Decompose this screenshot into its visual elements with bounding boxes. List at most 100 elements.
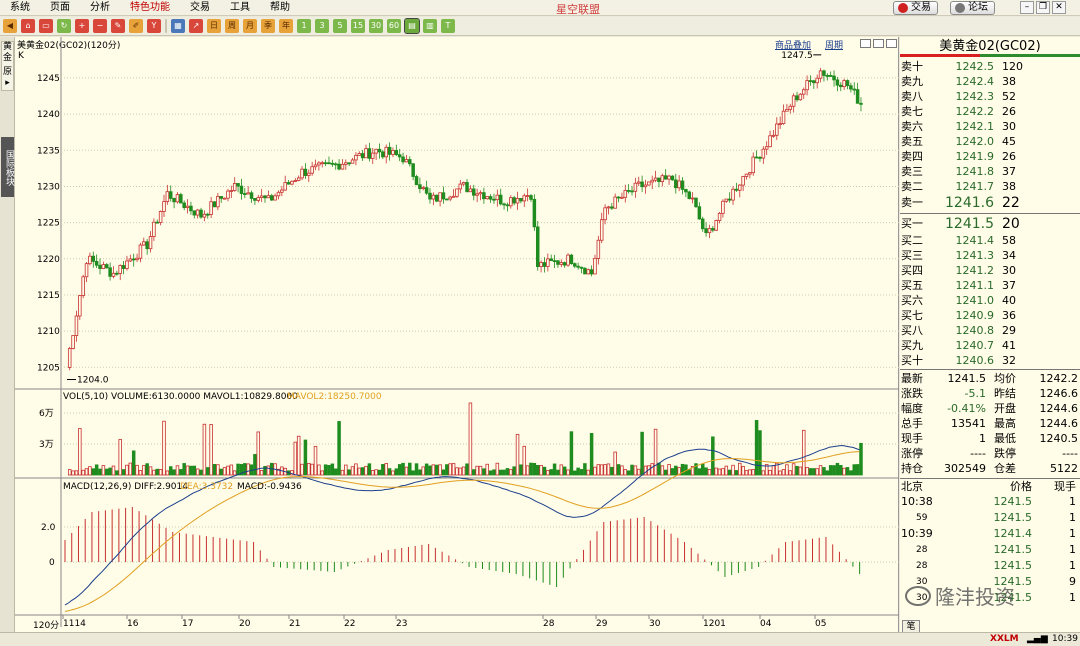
ask-row[interactable]: 卖九 1242.4 38 [900, 74, 1080, 89]
bid-row[interactable]: 买六 1241.0 40 [900, 293, 1080, 308]
period-3min-button[interactable]: 3 [315, 19, 329, 33]
restore-button[interactable]: ❐ [1036, 1, 1050, 14]
zoom-out-icon[interactable]: − [93, 19, 107, 33]
stat-label: 涨跌 [901, 387, 923, 400]
settings-icon[interactable]: T [441, 19, 455, 33]
ask-row[interactable]: 卖七 1242.2 26 [900, 104, 1080, 119]
candle-body [697, 206, 702, 220]
menu-system[interactable]: 系统 [0, 0, 40, 16]
period-30min-button[interactable]: 30 [369, 19, 383, 33]
volume-bar [552, 463, 557, 476]
price-tick-label: 1225 [37, 219, 60, 229]
candle-body [360, 153, 365, 159]
home-icon[interactable]: ⌂ [21, 19, 35, 33]
bid-volume: 58 [1002, 234, 1016, 247]
bid-row[interactable]: 买四 1241.2 30 [900, 263, 1080, 278]
bid-row[interactable]: 买三 1241.3 34 [900, 248, 1080, 263]
intl-sector-tab[interactable]: 国际板块 [1, 137, 14, 197]
volume-bar [125, 464, 129, 476]
volume-tick-label: 6万 [39, 409, 54, 419]
candle-body [209, 201, 213, 215]
table-icon[interactable]: ▦ [171, 19, 185, 33]
volume-bar [835, 462, 840, 476]
forum-button[interactable]: 论坛 [950, 1, 995, 15]
ask-volume: 30 [1002, 120, 1016, 133]
stat-label: 涨停 [901, 447, 923, 460]
bid-row[interactable]: 买八 1240.8 29 [900, 323, 1080, 338]
period-custom-button[interactable]: ▤ [404, 18, 420, 34]
volume-bar [700, 463, 705, 476]
period-day-button[interactable]: 日 [207, 19, 221, 33]
period-season-button[interactable]: 季 [261, 19, 275, 33]
ask-row[interactable]: 卖四 1241.9 26 [900, 149, 1080, 164]
menu-trade[interactable]: 交易 [180, 0, 220, 16]
chart-area[interactable]: 美黄金02(GC02)(120分) 商品叠加 周期 1245 1240 1235 12… [15, 37, 899, 636]
refresh-icon[interactable]: ↻ [57, 19, 71, 33]
tick-price: 1241.4 [993, 527, 1033, 540]
x-tick-label: 30 [649, 619, 661, 629]
period-extra-button[interactable]: ▥ [423, 19, 437, 33]
candle-body [411, 163, 415, 177]
period-year-button[interactable]: 年 [279, 19, 293, 33]
bid-row[interactable]: 买一 1241.5 20 [900, 215, 1080, 233]
volume-bar [566, 469, 570, 476]
menu-help[interactable]: 帮助 [260, 0, 300, 16]
candle-body [711, 228, 715, 231]
volume-bar [660, 465, 665, 476]
stats-row: 涨停 ---- 跌停 ---- [900, 446, 1080, 461]
minimize-button[interactable]: – [1020, 1, 1034, 14]
ask-row[interactable]: 卖十 1242.5 120 [900, 59, 1080, 74]
chart-icon[interactable]: ↗ [189, 19, 203, 33]
ask-row[interactable]: 卖三 1241.8 37 [900, 164, 1080, 179]
candle-body [98, 264, 102, 269]
price-tick-label: 1205 [37, 363, 60, 373]
macd-tick-label: 2.0 [41, 523, 56, 533]
volume-bar [458, 467, 463, 476]
period-15min-button[interactable]: 15 [351, 19, 365, 33]
close-button[interactable]: ✕ [1052, 1, 1066, 14]
brush-icon[interactable]: ✐ [129, 19, 143, 33]
ask-row[interactable]: 卖八 1242.3 52 [900, 89, 1080, 104]
volume-bar [616, 464, 621, 476]
ask-row[interactable]: 卖一 1241.6 22 [900, 194, 1080, 212]
volume-bar [74, 470, 79, 476]
menu-analysis[interactable]: 分析 [80, 0, 120, 16]
candle-body [472, 188, 476, 196]
volume-bar [727, 469, 732, 476]
period-week-button[interactable]: 周 [225, 19, 239, 33]
volume-bar [478, 465, 483, 476]
bid-row[interactable]: 买七 1240.9 36 [900, 308, 1080, 323]
menu-features[interactable]: 特色功能 [120, 0, 180, 16]
back-icon[interactable]: ◀ [3, 19, 17, 33]
menu-page[interactable]: 页面 [40, 0, 80, 16]
volume-bar [623, 469, 628, 476]
candle-body [445, 198, 449, 201]
bid-row[interactable]: 买五 1241.1 37 [900, 278, 1080, 293]
period-60min-button[interactable]: 60 [387, 19, 401, 33]
volume-bar [815, 468, 819, 476]
trade-button[interactable]: 交易 [893, 1, 938, 15]
bid-row[interactable]: 买十 1240.6 32 [900, 353, 1080, 368]
candle-body [573, 263, 577, 267]
gold-tab[interactable]: 黄金 原 ▸ [1, 41, 14, 91]
ask-row[interactable]: 卖五 1242.0 45 [900, 134, 1080, 149]
period-5min-button[interactable]: 5 [333, 19, 347, 33]
candle-body [859, 102, 863, 105]
volume-bar [509, 469, 513, 476]
mavol2-label: MAVOL2:18250.7000 [287, 392, 382, 402]
zoom-in-icon[interactable]: + [75, 19, 89, 33]
period-month-button[interactable]: 月 [243, 19, 257, 33]
period-1min-button[interactable]: 1 [297, 19, 311, 33]
ask-row[interactable]: 卖二 1241.7 38 [900, 179, 1080, 194]
cup-icon[interactable]: Y [147, 19, 161, 33]
candlestick-chart[interactable]: 1245 1240 1235 1230 1225 1220 1215 1210 1205 1247… [15, 37, 899, 636]
ask-row[interactable]: 卖六 1242.1 30 [900, 119, 1080, 134]
bid-row[interactable]: 买二 1241.4 58 [900, 233, 1080, 248]
menu-tools[interactable]: 工具 [220, 0, 260, 16]
price-tick-label: 1215 [37, 291, 60, 301]
bid-row[interactable]: 买九 1240.7 41 [900, 338, 1080, 353]
window-icon[interactable]: ▭ [39, 19, 53, 33]
tick-time: 10:39 [901, 527, 933, 540]
low-price-label: 1204.0 [77, 376, 109, 386]
pen-icon[interactable]: ✎ [111, 19, 125, 33]
